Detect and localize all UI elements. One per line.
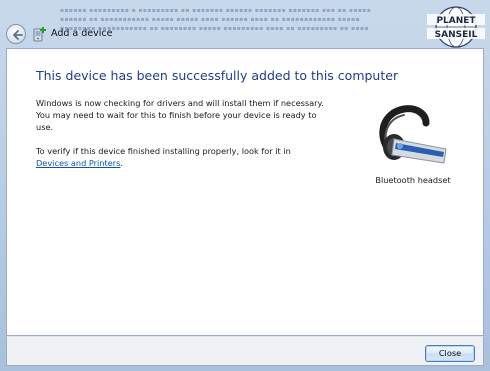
title-bar: Add a device xyxy=(0,22,490,48)
verify-period: . xyxy=(120,158,123,168)
footer-bar: Close xyxy=(6,336,484,366)
device-label: Bluetooth headset xyxy=(375,175,451,185)
devices-and-printers-link[interactable]: Devices and Printers xyxy=(36,158,120,168)
window-frame: ▪▪▪▪▪▪ ▪▪▪▪▪▪▪▪▪ ▪ ▪▪▪▪▪▪▪▪▪ ▪▪ ▪▪▪▪▪▪▪ … xyxy=(0,0,490,371)
verify-text: To verify if this device finished instal… xyxy=(36,146,291,156)
logo-line1: PLANET xyxy=(436,16,476,26)
back-button[interactable] xyxy=(6,24,26,44)
page-heading: This device has been successfully added … xyxy=(36,68,399,83)
close-button[interactable]: Close xyxy=(425,345,475,362)
verify-paragraph: To verify if this device finished instal… xyxy=(36,145,336,169)
add-device-icon xyxy=(33,27,46,42)
content-panel: This device has been successfully added … xyxy=(6,48,484,336)
planet-sanseil-logo: PLANET SANSEIL xyxy=(427,6,485,48)
back-arrow-icon xyxy=(13,30,23,40)
bluetooth-headset-icon xyxy=(379,105,447,164)
info-paragraph: Windows is now checking for drivers and … xyxy=(36,98,324,132)
window-title: Add a device xyxy=(51,28,113,39)
logo-line2: SANSEIL xyxy=(435,30,478,40)
